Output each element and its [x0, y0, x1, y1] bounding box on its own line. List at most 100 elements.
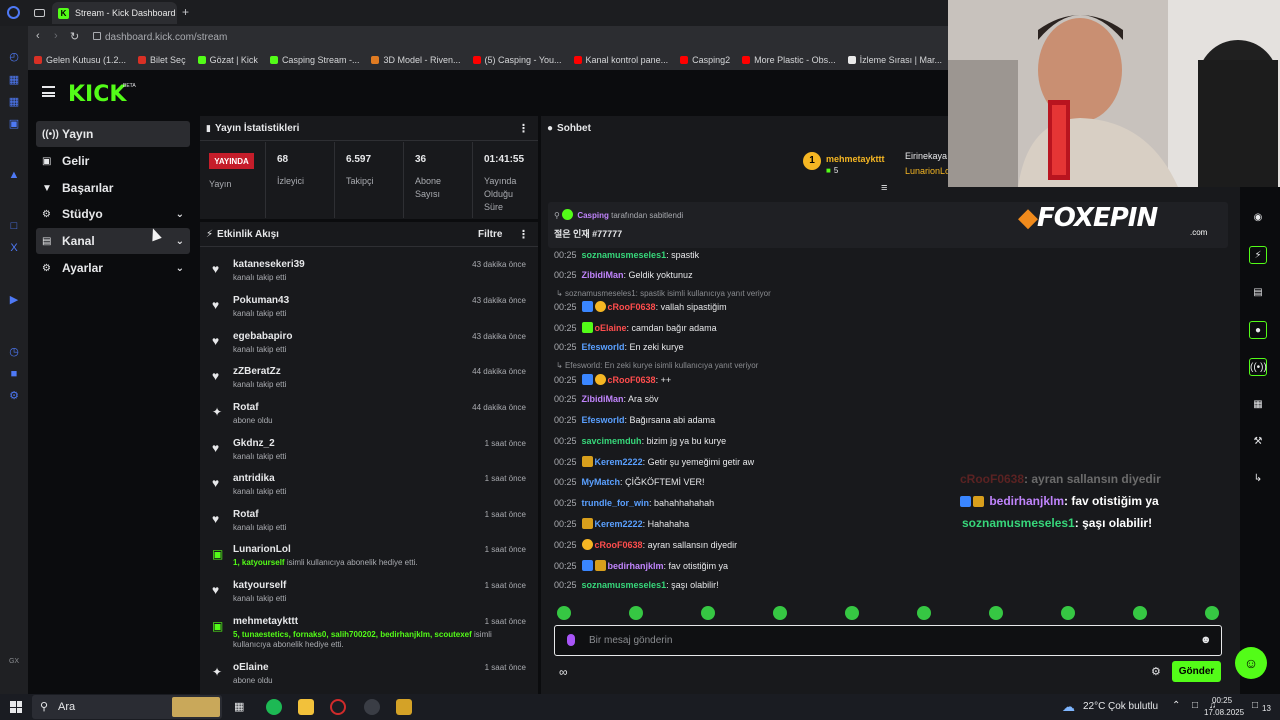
event-user[interactable]: Rotaf: [233, 509, 259, 520]
gifter-name[interactable]: mehmetaykttt: [826, 154, 885, 164]
obs-icon[interactable]: [364, 699, 380, 715]
chat-message[interactable]: 00:25 soznamusmeseles1: spastik: [554, 250, 699, 260]
chat-message[interactable]: 00:25 Kerem2222: Getir şu yemeğimi getir …: [554, 456, 754, 467]
spotify-icon[interactable]: [266, 699, 282, 715]
stats-more-icon[interactable]: ⋮: [518, 122, 529, 135]
bookmark-item[interactable]: Bilet Seç: [138, 55, 186, 65]
bookmark-item[interactable]: Casping2: [680, 55, 730, 65]
chat-message[interactable]: 00:25 ZibidiMan: Ara söv: [554, 394, 659, 404]
message-user[interactable]: ZibidiMan: [582, 394, 624, 404]
chat-message[interactable]: 00:25 MyMatch: ÇİĞKÖFTEMİ VER!: [554, 477, 705, 487]
microphone-icon[interactable]: [567, 634, 575, 646]
event-user[interactable]: mehmetaykttt: [233, 616, 298, 627]
clock-date[interactable]: 17.08.2025: [1204, 708, 1244, 717]
chat-message[interactable]: 00:25 bedirhanjklm: fav otistiğim ya: [554, 560, 728, 571]
clock-time[interactable]: 00:25: [1212, 696, 1232, 705]
event-user[interactable]: antridika: [233, 473, 275, 484]
browser-tab[interactable]: K Stream - Kick Dashboard: [52, 2, 177, 24]
message-user[interactable]: Kerem2222: [595, 519, 643, 529]
bookmark-item[interactable]: Kanal kontrol pane...: [573, 55, 668, 65]
opera-gx-icon[interactable]: [330, 699, 346, 715]
chat-message[interactable]: 00:25 ZibidiMan: Geldik yoktunuz: [554, 270, 693, 280]
bag-icon[interactable]: ▦: [8, 74, 20, 86]
reload-icon[interactable]: ↻: [70, 30, 79, 43]
message-user[interactable]: trundle_for_win: [582, 498, 650, 508]
message-user[interactable]: MyMatch: [582, 477, 621, 487]
bookmark-item[interactable]: More Plastic - Obs...: [742, 55, 836, 65]
bookmark-item[interactable]: Gözat | Kick: [197, 55, 258, 65]
emote-icon[interactable]: [629, 606, 643, 620]
wrench-icon[interactable]: ⚒: [1249, 433, 1267, 451]
gallery-icon[interactable]: ▦: [8, 96, 20, 108]
bookmark-item[interactable]: 3D Model - Riven...: [371, 55, 461, 65]
message-user[interactable]: ZibidiMan: [582, 270, 624, 280]
emote-icon[interactable]: [773, 606, 787, 620]
chat-message[interactable]: 00:25 cRooF0638: vallah sipastiğim: [554, 301, 727, 312]
message-user[interactable]: oElaine: [595, 323, 627, 333]
infinity-icon[interactable]: ∞: [559, 665, 568, 679]
chat-message[interactable]: 00:25 Efesworld: Bağırsana abi adama: [554, 415, 715, 425]
messenger-icon[interactable]: ▣: [8, 118, 20, 130]
notes-icon[interactable]: ▤: [1249, 284, 1267, 302]
chat-input-placeholder[interactable]: Bir mesaj gönderin: [589, 635, 672, 646]
sidebar-item-gelir[interactable]: ▣ Gelir: [36, 148, 190, 174]
chat-message[interactable]: 00:25 cRooF0638: ayran sallansın diyedir: [554, 539, 737, 550]
network-icon[interactable]: □: [1192, 700, 1198, 711]
new-tab-button[interactable]: +: [182, 5, 189, 19]
chat-message[interactable]: 00:25 oElaine: camdan bağır adama: [554, 322, 717, 333]
chat-message[interactable]: 00:25 Kerem2222: Hahahaha: [554, 518, 689, 529]
sidebar-item-ayarlar[interactable]: ⚙ Ayarlar ⌄: [36, 255, 190, 281]
emote-icon[interactable]: [1133, 606, 1147, 620]
event-user[interactable]: Pokuman43: [233, 295, 289, 306]
chat-message[interactable]: 00:25 savcimemduh: bizim jg ya bu kurye: [554, 436, 726, 446]
chat-action-icon[interactable]: ●: [1249, 321, 1267, 339]
bookmark-item[interactable]: Gelen Kutusu (1.2...: [34, 55, 126, 65]
file-explorer-icon[interactable]: [298, 699, 314, 715]
task-view-icon[interactable]: ▦: [234, 700, 244, 713]
event-user[interactable]: Gkdnz_2: [233, 438, 275, 449]
sidebar-item-yayin[interactable]: ((•)) Yayın: [36, 121, 190, 147]
history-icon[interactable]: ◴: [8, 51, 20, 63]
menu-icon[interactable]: [42, 86, 55, 97]
chat-settings-icon[interactable]: ⚙: [1151, 665, 1161, 678]
activity-more-icon[interactable]: ⋮: [518, 228, 529, 241]
support-headset-icon[interactable]: ☺: [1235, 647, 1267, 679]
event-user[interactable]: LunarionLol: [233, 544, 291, 555]
layout-icon[interactable]: ▦: [1249, 396, 1267, 414]
app-icon[interactable]: [396, 699, 412, 715]
broadcast-action-icon[interactable]: ((•)): [1249, 358, 1267, 376]
x-icon[interactable]: X: [8, 242, 20, 254]
event-user[interactable]: katanesekeri39: [233, 259, 305, 270]
notification-icon[interactable]: □: [1252, 700, 1258, 711]
chat-message[interactable]: 00:25 cRooF0638: ++: [554, 374, 671, 385]
emote-icon[interactable]: [989, 606, 1003, 620]
emote-icon[interactable]: [701, 606, 715, 620]
windows-start-icon[interactable]: [10, 701, 22, 713]
sidebar-item-basarilar[interactable]: ▼ Başarılar: [36, 175, 190, 201]
emoji-icon[interactable]: ☻: [1200, 634, 1212, 646]
message-user[interactable]: bedirhanjklm: [608, 561, 664, 571]
message-user[interactable]: savcimemduh: [582, 436, 642, 446]
opera-logo-icon[interactable]: [7, 6, 20, 19]
message-user[interactable]: Efesworld: [582, 342, 625, 352]
message-user[interactable]: soznamusmeseles1: [582, 250, 667, 260]
event-user[interactable]: katyourself: [233, 580, 286, 591]
event-user[interactable]: egebabapiro: [233, 331, 292, 342]
chat-app-icon[interactable]: □: [8, 220, 20, 232]
url-field[interactable]: dashboard.kick.com/stream: [105, 32, 227, 43]
camera-icon[interactable]: ◉: [1249, 209, 1267, 227]
triangle-icon[interactable]: ▲: [8, 169, 20, 181]
chat-message[interactable]: 00:25 Efesworld: En zeki kurye: [554, 342, 684, 352]
puzzle-icon[interactable]: ■: [8, 368, 20, 380]
event-user[interactable]: zZBeratZz: [233, 366, 281, 377]
chat-message[interactable]: 00:25 trundle_for_win: bahahhahahah: [554, 498, 714, 508]
back-icon[interactable]: ‹: [36, 30, 40, 42]
settings-rail-icon[interactable]: ⚙: [8, 390, 20, 402]
clock-icon[interactable]: ◷: [8, 346, 20, 358]
tab-switcher-icon[interactable]: [34, 9, 45, 17]
send-button[interactable]: Gönder: [1172, 661, 1221, 682]
player-icon[interactable]: ▶: [8, 294, 20, 306]
bookmark-item[interactable]: (5) Casping - You...: [472, 55, 562, 65]
emote-icon[interactable]: [845, 606, 859, 620]
event-user[interactable]: oElaine: [233, 662, 269, 673]
